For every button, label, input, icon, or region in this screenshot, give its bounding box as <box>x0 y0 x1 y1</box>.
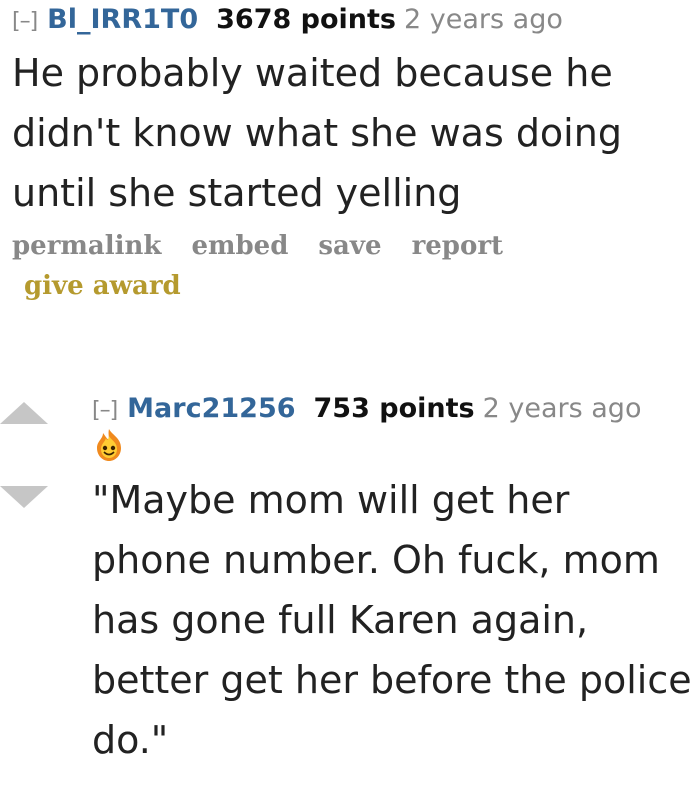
upvote-arrow-icon[interactable] <box>0 402 48 424</box>
vote-arrows <box>0 402 50 508</box>
comment-actions: permalink embed save report give award <box>12 231 692 301</box>
report-link[interactable]: report <box>412 231 503 261</box>
comment-parent: [–] Bl_IRR1T0 3678 points 2 years ago He… <box>12 0 692 301</box>
save-link[interactable]: save <box>318 231 381 261</box>
collapse-toggle[interactable]: [–] <box>92 398 118 423</box>
comment-tagline: [–] Marc21256 753 points 2 years ago <box>92 393 697 424</box>
give-award-link[interactable]: give award <box>24 271 181 301</box>
comment-reply: [–] Marc21256 753 points 2 years ago "Ma… <box>92 393 697 770</box>
author-link[interactable]: Marc21256 <box>127 393 295 424</box>
embed-link[interactable]: embed <box>191 231 288 261</box>
fire-face-flair-icon <box>92 428 126 462</box>
comment-body: "Maybe mom will get her phone number. Oh… <box>92 478 692 762</box>
downvote-arrow-icon[interactable] <box>0 486 48 508</box>
timestamp: 2 years ago <box>404 4 563 35</box>
comment-body: He probably waited because he didn't kno… <box>12 51 622 215</box>
author-link[interactable]: Bl_IRR1T0 <box>47 4 198 35</box>
timestamp: 2 years ago <box>482 393 642 424</box>
permalink-link[interactable]: permalink <box>12 231 161 261</box>
collapse-toggle[interactable]: [–] <box>12 9 38 34</box>
score: 753 points <box>313 393 475 424</box>
comment-tagline: [–] Bl_IRR1T0 3678 points 2 years ago <box>12 0 692 35</box>
score: 3678 points <box>216 4 397 35</box>
